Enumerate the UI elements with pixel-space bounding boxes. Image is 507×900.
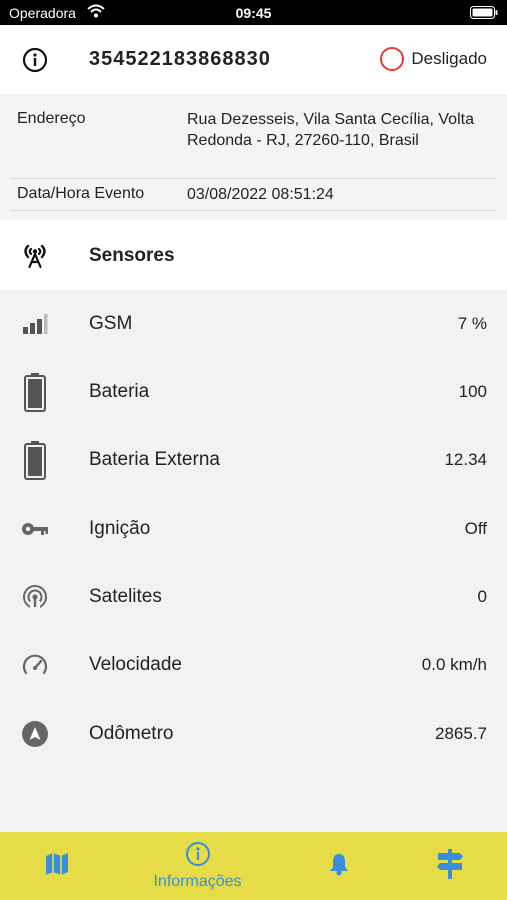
sensor-value: 100 — [458, 382, 487, 401]
sensor-value: 0.0 km/h — [421, 655, 487, 674]
battery-icon — [20, 372, 50, 412]
sensor-row-external-battery: Bateria Externa 12.34 — [0, 426, 507, 494]
sensor-name: Satelites — [89, 586, 162, 607]
sensor-name: Ignição — [89, 518, 151, 539]
sensor-name: GSM — [89, 313, 133, 334]
sensor-row-satellites: Satelites 0 — [0, 563, 507, 631]
signpost-icon — [435, 848, 465, 885]
status-bar: Operadora 09:45 — [0, 0, 507, 25]
tab-bar: Informações — [0, 832, 507, 900]
sensor-value: 7 % — [457, 314, 487, 333]
sensor-name: Bateria Externa — [89, 449, 220, 470]
sensor-value: 12.34 — [444, 450, 487, 469]
address-row: Endereço Rua Dezesseis, Vila Santa Cecíl… — [10, 94, 496, 179]
sensors-title: Sensores — [89, 245, 175, 266]
datetime-label: Data/Hora Evento — [17, 185, 145, 202]
info-icon — [185, 841, 211, 872]
tab-informacoes[interactable]: Informações — [140, 832, 255, 900]
satellite-icon — [20, 577, 50, 617]
battery-status-icon — [470, 6, 498, 24]
antenna-icon — [20, 240, 50, 275]
navigation-arrow-icon — [20, 714, 50, 754]
sensor-row-odometer: Odômetro 2865.7 — [0, 700, 507, 768]
sensor-name: Bateria — [89, 381, 150, 402]
datetime-row: Data/Hora Evento 03/08/2022 08:51:24 — [10, 179, 496, 211]
sensor-row-battery: Bateria 100 — [0, 358, 507, 426]
sensor-value: 2865.7 — [435, 724, 487, 743]
address-label: Endereço — [17, 110, 86, 127]
sensor-value: Off — [464, 519, 487, 538]
datetime-value: 03/08/2022 08:51:24 — [187, 186, 334, 203]
device-id: 354522183868830 — [89, 48, 271, 70]
tab-routes[interactable] — [425, 832, 475, 900]
sensor-name: Velocidade — [89, 654, 182, 675]
sensor-name: Odômetro — [89, 723, 174, 744]
sensor-row-speed: Velocidade 0.0 km/h — [0, 631, 507, 699]
signal-bars-icon — [20, 304, 50, 344]
sensor-row-ignition: Ignição Off — [0, 495, 507, 563]
tab-label: Informações — [153, 873, 242, 890]
clock: 09:45 — [235, 5, 272, 21]
sensors-section-header: Sensores — [0, 220, 507, 290]
sensor-list: GSM 7 % Bateria 100 Bateria Externa 12.3… — [0, 290, 507, 832]
key-icon — [20, 509, 50, 549]
speedometer-icon — [20, 645, 50, 685]
event-details: Endereço Rua Dezesseis, Vila Santa Cecíl… — [0, 94, 507, 220]
tab-alerts[interactable] — [314, 832, 364, 900]
device-header: 354522183868830 Desligado — [0, 25, 507, 94]
map-icon — [44, 852, 70, 881]
battery-icon — [20, 440, 50, 480]
address-value: Rua Dezesseis, Vila Santa Cecília, Volta… — [187, 111, 474, 149]
tab-map[interactable] — [32, 832, 82, 900]
connection-status: Desligado — [380, 47, 487, 71]
info-icon[interactable] — [22, 47, 48, 78]
status-indicator-icon — [380, 47, 405, 71]
sensor-row-gsm: GSM 7 % — [0, 290, 507, 358]
sensor-value: 0 — [477, 587, 487, 606]
bell-icon — [328, 852, 350, 881]
status-text: Desligado — [411, 49, 487, 68]
